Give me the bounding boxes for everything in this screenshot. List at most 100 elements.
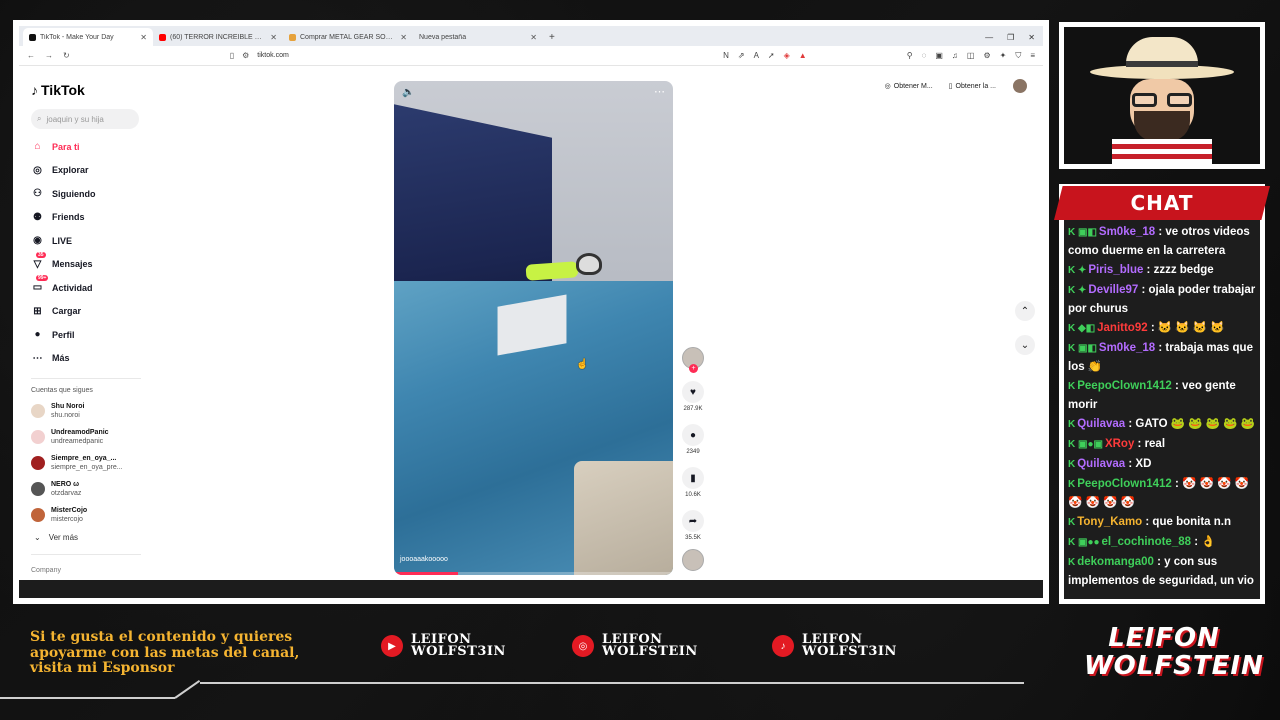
- nav-item-perfil[interactable]: ● Perfil: [31, 323, 149, 347]
- maximize-icon[interactable]: ❐: [1007, 33, 1014, 42]
- chat-username[interactable]: Piris_blue: [1088, 264, 1143, 276]
- brave-shield-icon[interactable]: ◈: [784, 51, 790, 60]
- creator-avatar[interactable]: +: [682, 347, 704, 373]
- sparkle-icon[interactable]: ✦: [1000, 51, 1007, 61]
- chat-username[interactable]: XRoy: [1105, 438, 1134, 450]
- shield-icon[interactable]: ⛉: [1015, 51, 1021, 61]
- tab-youtube[interactable]: (60) TERROR INCREIBLE EN EL FIN D ✕: [153, 28, 283, 46]
- chat-username[interactable]: Deville97: [1088, 284, 1138, 296]
- chat-text: : que bonita n.n: [1142, 516, 1231, 528]
- music-icon[interactable]: ♫: [952, 51, 958, 61]
- chat-username[interactable]: PeepoClown1412: [1077, 380, 1172, 392]
- chat-username[interactable]: el_cochinote_88: [1102, 536, 1191, 548]
- follow-plus-icon[interactable]: +: [689, 364, 698, 373]
- nav-item-mensajes[interactable]: ▽ 35 Mensajes: [31, 251, 149, 277]
- get-pc-app-button[interactable]: ▯ Obtener la ...: [943, 79, 1001, 93]
- chat-username[interactable]: Tony_Kamo: [1077, 516, 1142, 528]
- close-tab-icon[interactable]: ✕: [140, 33, 147, 42]
- chat-ext-icon[interactable]: ◌: [922, 51, 927, 61]
- youtube-favicon-icon: [159, 33, 166, 41]
- nav-item-cargar[interactable]: ⊞ Cargar: [31, 300, 149, 324]
- url-text[interactable]: tiktok.com: [257, 52, 289, 59]
- translate-icon[interactable]: A: [754, 51, 759, 60]
- tab-strip: TikTok - Make Your Day ✕ (60) TERROR INC…: [19, 26, 1043, 46]
- chat-username[interactable]: Sm0ke_18: [1099, 226, 1155, 238]
- send-icon[interactable]: ➚: [768, 51, 775, 60]
- chat-username[interactable]: Sm0ke_18: [1099, 342, 1155, 354]
- share-count: 35.5K: [685, 535, 701, 541]
- close-window-icon[interactable]: ✕: [1028, 33, 1035, 42]
- get-app-button[interactable]: ◎ Obtener M...: [879, 79, 938, 93]
- following-item[interactable]: Shu Noroi shu.noroi: [31, 398, 149, 424]
- menu-icon[interactable]: ≡: [1030, 51, 1035, 61]
- tab-tiktok[interactable]: TikTok - Make Your Day ✕: [23, 28, 153, 46]
- nav-item-live[interactable]: ◉ LIVE: [31, 229, 149, 253]
- nav-label: Perfil: [52, 329, 75, 340]
- nav-item-actividad[interactable]: ▭ 99+ Actividad: [31, 275, 149, 300]
- nav-label: Siguiendo: [52, 188, 96, 199]
- profile-icon: ●: [34, 329, 41, 341]
- wallet-icon[interactable]: ▣: [935, 51, 943, 61]
- video-player[interactable]: 🔈 ⋯ joooaaakooooo: [394, 81, 673, 575]
- following-item[interactable]: NERO ω otzdarvaz: [31, 476, 149, 502]
- tab-new[interactable]: Nueva pestaña ✕: [413, 28, 543, 46]
- close-tab-icon[interactable]: ✕: [270, 33, 277, 42]
- share-icon[interactable]: ⇗: [738, 51, 745, 60]
- see-more-link[interactable]: ⌄ Ver más: [31, 528, 149, 546]
- pin-icon[interactable]: ⚲: [907, 51, 913, 61]
- chat-frame: K ▣◧ Sm0ke_18 : ve otros videos como duer…: [1059, 184, 1265, 604]
- nav-item-mas[interactable]: ⋯ Más: [31, 347, 149, 371]
- instagram-icon: ◎: [572, 635, 594, 657]
- like-button[interactable]: ♥: [682, 381, 704, 403]
- following-item[interactable]: UndreamodPanic undreamedpanic: [31, 424, 149, 450]
- tab-store[interactable]: Comprar METAL GEAR SOLID Δ: SNA ✕: [283, 28, 413, 46]
- chat-username[interactable]: PeepoClown1412: [1077, 478, 1172, 490]
- extensions-icon[interactable]: ⚙: [983, 51, 990, 61]
- close-tab-icon[interactable]: ✕: [400, 33, 407, 42]
- bookmark-icon[interactable]: ▯: [230, 51, 234, 60]
- chat-username[interactable]: Quilavaa: [1077, 418, 1125, 430]
- video-progress-bar[interactable]: [394, 572, 673, 575]
- volume-icon[interactable]: 🔈: [402, 87, 414, 98]
- share-button[interactable]: ➦: [682, 510, 704, 532]
- chevron-down-icon: ⌄: [34, 532, 41, 542]
- reload-icon[interactable]: ↻: [63, 51, 70, 60]
- chat-username[interactable]: Quilavaa: [1077, 458, 1125, 470]
- tab-label: (60) TERROR INCREIBLE EN EL FIN D: [170, 33, 266, 41]
- close-tab-icon[interactable]: ✕: [530, 33, 537, 42]
- nav-label: Friends: [52, 212, 85, 223]
- tiktok-logo[interactable]: ♪ TikTok: [31, 77, 149, 103]
- rewards-icon[interactable]: ▲: [799, 51, 807, 60]
- more-options-icon[interactable]: ⋯: [654, 85, 665, 98]
- url-box[interactable]: ▯ ⚙ tiktok.com: [80, 51, 713, 60]
- sound-avatar[interactable]: [682, 549, 704, 571]
- nav-item-siguiendo[interactable]: ⚇ Siguiendo: [31, 182, 149, 206]
- following-item[interactable]: Siempre_en_oya_... siempre_en_oya_pre...: [31, 450, 149, 476]
- site-info-icon[interactable]: ⚙: [242, 51, 249, 60]
- new-tab-button[interactable]: +: [543, 28, 561, 46]
- previous-video-button[interactable]: ⌃: [1015, 301, 1035, 321]
- comment-icon: ●: [689, 429, 697, 441]
- minimize-icon[interactable]: —: [985, 33, 993, 42]
- following-item[interactable]: MisterCojo mistercojo: [31, 502, 149, 528]
- forward-icon[interactable]: →: [45, 51, 53, 60]
- nav-item-para-ti[interactable]: ⌂ Para ti: [31, 135, 149, 159]
- reader-icon[interactable]: N: [723, 51, 729, 60]
- next-video-button[interactable]: ⌄: [1015, 335, 1035, 355]
- user-avatar[interactable]: [1013, 79, 1027, 93]
- sidebar-icon[interactable]: ◫: [967, 51, 975, 61]
- following-name: UndreamodPanic: [51, 429, 109, 436]
- nav-item-friends[interactable]: ⚉ Friends: [31, 206, 149, 230]
- chat-badge-icon: K: [1068, 381, 1076, 392]
- chat-username[interactable]: Janitto92: [1097, 322, 1148, 334]
- save-button[interactable]: ▮: [682, 467, 704, 489]
- brand-line1: LEIFON: [1108, 623, 1220, 653]
- store-favicon-icon: [289, 33, 296, 41]
- video-author[interactable]: joooaaakooooo: [400, 556, 448, 563]
- company-link[interactable]: Company: [31, 567, 149, 574]
- chat-username[interactable]: dekomanga00: [1077, 556, 1154, 568]
- back-icon[interactable]: ←: [27, 51, 35, 60]
- search-input[interactable]: ⌕ joaquin y su hija: [31, 109, 139, 129]
- nav-item-explorar[interactable]: ◎ Explorar: [31, 159, 149, 183]
- comment-button[interactable]: ●: [682, 424, 704, 446]
